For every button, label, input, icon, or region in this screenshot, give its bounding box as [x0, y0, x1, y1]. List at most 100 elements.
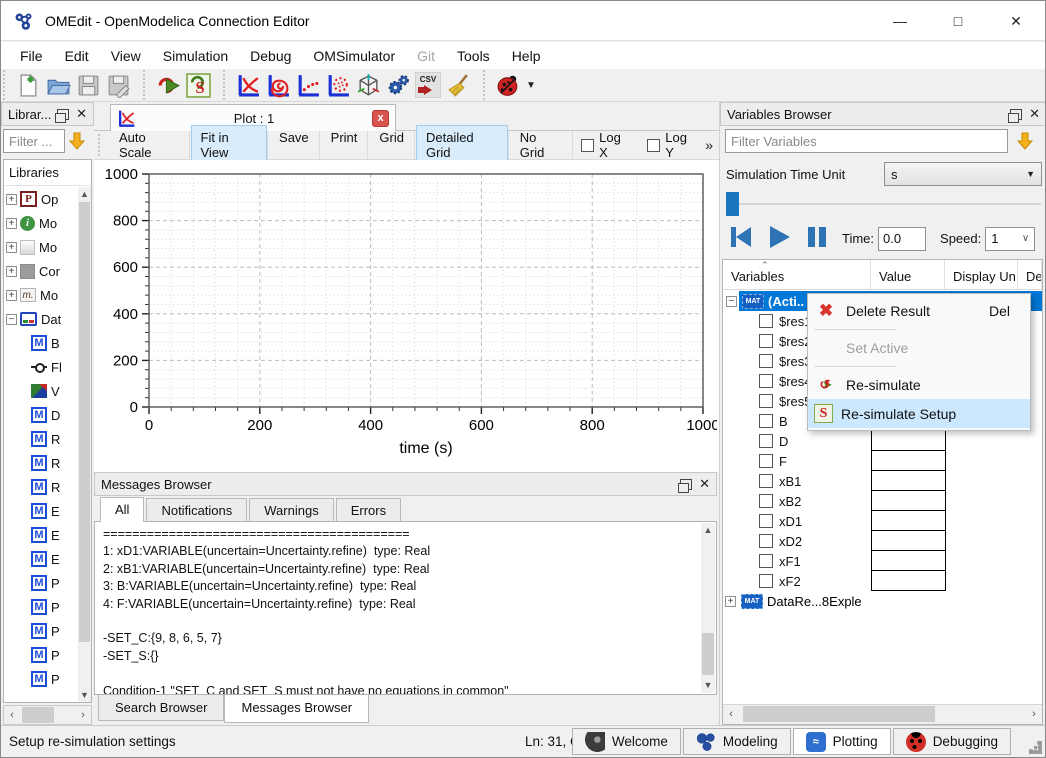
variable-checkbox[interactable]	[759, 394, 773, 408]
library-tree-item[interactable]: Fl	[4, 355, 78, 379]
plot-toolbar-button[interactable]: Save	[269, 125, 319, 165]
variables-filter-input[interactable]	[725, 129, 1008, 153]
variable-checkbox[interactable]	[759, 314, 773, 328]
variable-value-cell[interactable]	[871, 550, 946, 571]
library-tree-item[interactable]: M R	[4, 451, 78, 475]
messages-vertical-scrollbar[interactable]: ▲ ▼	[701, 523, 715, 693]
scroll-down-icon[interactable]: ▼	[78, 688, 91, 702]
libraries-filter-input[interactable]	[3, 129, 65, 153]
variable-checkbox[interactable]	[759, 574, 773, 588]
time-unit-combobox[interactable]: s ▼	[884, 162, 1042, 186]
variable-row[interactable]: D	[723, 431, 1042, 451]
scroll-down-icon[interactable]: ▼	[701, 678, 715, 693]
context-menu-item[interactable]	[808, 325, 1030, 333]
clear-plot-window-button[interactable]	[443, 71, 473, 99]
scrollbar-thumb[interactable]	[702, 633, 714, 675]
menu-item[interactable]: Simulation	[152, 44, 239, 68]
variable-checkbox[interactable]	[759, 334, 773, 348]
re-simulate-setup-button[interactable]: S	[183, 71, 213, 99]
library-tree-item[interactable]: M R	[4, 427, 78, 451]
variables-horizontal-scrollbar[interactable]: ‹ ›	[723, 704, 1042, 724]
messages-tab[interactable]: Errors	[336, 498, 401, 521]
variable-value-cell[interactable]	[871, 430, 946, 451]
float-dock-icon[interactable]	[680, 479, 692, 490]
variable-value-cell[interactable]	[871, 470, 946, 491]
new-modelica-class-button[interactable]	[13, 71, 43, 99]
save-as-button[interactable]	[103, 71, 133, 99]
close-dock-icon[interactable]: ✕	[699, 476, 710, 492]
rewind-button[interactable]	[728, 224, 754, 253]
time-input[interactable]: 0.0	[878, 227, 926, 251]
close-plot-tab-icon[interactable]: x	[372, 110, 389, 127]
tree-expander-icon[interactable]: −	[6, 314, 17, 325]
tree-expander-icon[interactable]: +	[6, 266, 17, 277]
library-tree-item[interactable]: + Mo	[4, 235, 78, 259]
variable-checkbox[interactable]	[759, 414, 773, 428]
library-tree-item[interactable]: M E	[4, 523, 78, 547]
debug-button[interactable]	[493, 71, 523, 99]
scrollbar-thumb[interactable]	[743, 706, 935, 722]
plot-toolbar-button[interactable]: Fit in View	[191, 125, 268, 165]
plot-toolbar-button[interactable]: Detailed Grid	[416, 125, 508, 165]
variable-checkbox[interactable]	[759, 354, 773, 368]
variable-checkbox[interactable]	[759, 374, 773, 388]
tree-expander-icon[interactable]: +	[6, 194, 17, 205]
library-tree-item[interactable]: M P	[4, 619, 78, 643]
scroll-right-icon[interactable]: ›	[75, 706, 91, 724]
expand-filter-icon[interactable]	[65, 130, 89, 152]
new-array-parametric-plot-window-button[interactable]	[323, 71, 353, 99]
variable-checkbox[interactable]	[759, 474, 773, 488]
menu-item[interactable]: Tools	[446, 44, 501, 68]
library-tree-item[interactable]: M D	[4, 403, 78, 427]
scroll-left-icon[interactable]: ‹	[723, 705, 739, 723]
float-dock-icon[interactable]	[1010, 109, 1022, 120]
minimize-button[interactable]: —	[871, 1, 929, 41]
variable-value-cell[interactable]	[871, 510, 946, 531]
library-tree-item[interactable]: M R	[4, 475, 78, 499]
browser-tab[interactable]: Messages Browser	[224, 694, 369, 723]
library-tree-item[interactable]: + Mo	[4, 283, 78, 307]
new-plot-window-button[interactable]	[233, 71, 263, 99]
perspective-button[interactable]: Welcome	[572, 728, 681, 755]
3d-visualization-button[interactable]	[353, 71, 383, 99]
float-dock-icon[interactable]	[57, 109, 69, 120]
tree-expander-icon[interactable]: +	[6, 290, 17, 301]
re-simulate-button[interactable]	[153, 71, 183, 99]
tree-expander-icon[interactable]: +	[6, 218, 17, 229]
play-button[interactable]	[766, 224, 792, 253]
library-tree-item[interactable]: M P	[4, 571, 78, 595]
plot-toolbar-button[interactable]: Grid	[369, 125, 414, 165]
tree-expander-icon[interactable]: +	[725, 596, 736, 607]
scrollbar-thumb[interactable]	[22, 707, 54, 723]
menu-item[interactable]: Help	[501, 44, 552, 68]
debug-dropdown-caret-icon[interactable]: ▼	[526, 80, 536, 91]
maximize-button[interactable]: □	[929, 1, 987, 41]
scroll-right-icon[interactable]: ›	[1026, 705, 1042, 723]
menu-item[interactable]: OMSimulator	[302, 44, 406, 68]
variable-checkbox[interactable]	[759, 554, 773, 568]
simulation-time-slider[interactable]	[726, 192, 1041, 216]
scroll-up-icon[interactable]: ▲	[701, 523, 715, 538]
toolbar-overflow-chevron[interactable]: »	[705, 137, 713, 153]
result-file-row[interactable]: + MAT DataRe...8Exple	[723, 591, 1042, 611]
pause-button[interactable]	[804, 224, 830, 253]
speed-combobox[interactable]: 1 ∨	[985, 227, 1035, 251]
checkbox-icon[interactable]	[647, 139, 660, 152]
plot-toolbar-button[interactable]: Auto Scale	[109, 125, 189, 165]
plot-toolbar-button[interactable]: No Grid	[510, 125, 572, 165]
new-parametric-plot-window-button[interactable]	[263, 71, 293, 99]
context-menu-item[interactable]	[808, 362, 1030, 370]
browser-tab[interactable]: Search Browser	[98, 695, 224, 721]
scroll-left-icon[interactable]: ‹	[4, 706, 20, 724]
close-dock-icon[interactable]: ✕	[1029, 106, 1040, 122]
save-button[interactable]	[73, 71, 103, 99]
messages-tab[interactable]: Notifications	[146, 498, 247, 521]
messages-tab[interactable]: All	[100, 497, 144, 522]
column-header-display-unit[interactable]: Display Un	[945, 260, 1018, 289]
variable-checkbox[interactable]	[759, 534, 773, 548]
variable-checkbox[interactable]	[759, 514, 773, 528]
gears-animation-button[interactable]	[383, 71, 413, 99]
library-tree-item[interactable]: + i Mo	[4, 211, 78, 235]
tree-expander-icon[interactable]: −	[726, 296, 737, 307]
variable-checkbox[interactable]	[759, 454, 773, 468]
